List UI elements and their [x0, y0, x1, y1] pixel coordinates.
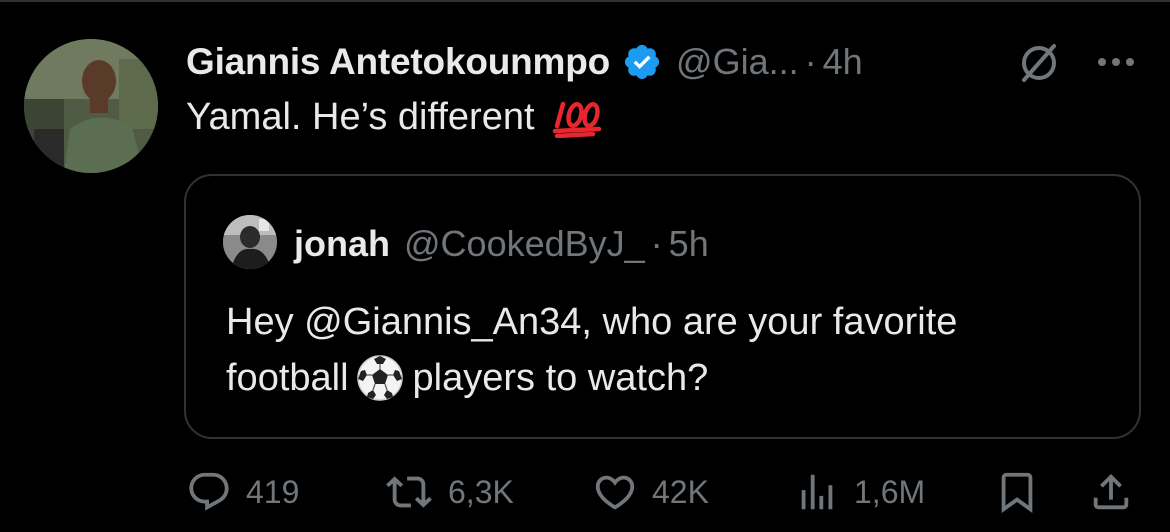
like-count: 42K: [652, 473, 709, 510]
reply-count: 419: [246, 473, 300, 510]
hundred-points-emoji: [551, 98, 605, 138]
quoted-text-line-2: football players to watch?: [226, 350, 1106, 406]
quoted-author-avatar[interactable]: [223, 215, 277, 269]
repost-button[interactable]: 6,3K: [384, 468, 514, 516]
quoted-text-line-2-end: players to watch?: [412, 357, 709, 399]
quoted-tweet-header: jonah @CookedByJ_ · 5h: [294, 220, 709, 268]
share-icon: [1088, 469, 1134, 515]
top-divider: [0, 0, 1170, 2]
bookmark-icon: [994, 469, 1040, 515]
verified-badge-icon[interactable]: [622, 42, 662, 82]
quoted-header-separator: ·: [650, 223, 663, 264]
more-icon[interactable]: [1092, 44, 1140, 80]
share-button[interactable]: [1088, 468, 1134, 516]
author-name[interactable]: Giannis Antetokounmpo: [186, 41, 610, 83]
quoted-author-handle[interactable]: @CookedByJ_: [404, 223, 645, 265]
reply-icon: [186, 469, 232, 515]
like-button[interactable]: 42K: [592, 468, 709, 516]
views-button[interactable]: 1,6M: [794, 468, 925, 516]
views-icon: [794, 469, 840, 515]
like-icon: [592, 469, 638, 515]
author-avatar[interactable]: [24, 39, 158, 173]
quoted-text-line-1: Hey @Giannis_An34, who are your favorite: [226, 301, 958, 343]
header-separator: ·: [804, 41, 817, 82]
quoted-tweet-text: Hey @Giannis_An34, who are your favorite…: [226, 294, 1106, 406]
tweet-header: Giannis Antetokounmpo @Gia... · 4h: [186, 38, 863, 86]
tweet-text-content: Yamal. He’s different: [186, 96, 535, 138]
tweet-action-bar: 419 6,3K 42K 1,6M: [186, 468, 1146, 516]
quoted-author-name[interactable]: jonah: [294, 223, 390, 265]
quoted-tweet[interactable]: jonah @CookedByJ_ · 5h Hey @Giannis_An34…: [184, 174, 1141, 439]
bookmark-button[interactable]: [994, 468, 1040, 516]
tweet-text: Yamal. He’s different: [186, 96, 605, 139]
quoted-tweet-time[interactable]: 5h: [669, 223, 709, 265]
grok-icon[interactable]: [1016, 40, 1062, 86]
views-count: 1,6M: [854, 473, 926, 510]
reply-button[interactable]: 419: [186, 468, 299, 516]
soccer-ball-emoji: [355, 353, 405, 403]
tweet-time[interactable]: 4h: [823, 41, 863, 83]
repost-icon: [384, 469, 434, 515]
quoted-text-line-2-start: football: [226, 357, 349, 399]
repost-count: 6,3K: [448, 473, 514, 510]
author-handle[interactable]: @Gia...: [676, 41, 799, 83]
